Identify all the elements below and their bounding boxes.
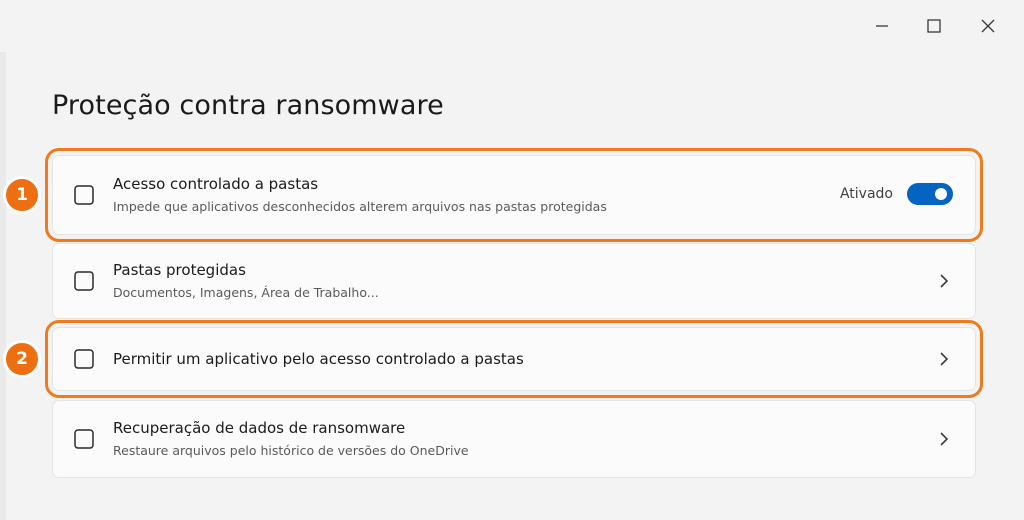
title-bar [0,0,1024,52]
folder-icon [74,271,94,291]
app-icon [74,349,94,369]
step-badge-2: 2 [3,340,41,378]
step-badge-1: 1 [3,176,41,214]
card-title: Pastas protegidas [113,261,246,279]
maximize-button[interactable] [912,8,956,44]
chevron-right-icon [940,274,949,288]
card-text: Acesso controlado a pastas Impede que ap… [113,156,607,234]
page-title: Proteção contra ransomware [52,90,444,121]
chevron-right-icon [940,432,949,446]
card-protected-folders[interactable]: Pastas protegidas Documentos, Imagens, Á… [52,243,976,319]
card-subtitle: Impede que aplicativos desconhecidos alt… [113,199,607,214]
close-button[interactable] [966,8,1010,44]
card-text: Permitir um aplicativo pelo acesso contr… [113,328,524,390]
left-edge-strip [0,52,6,520]
close-icon [981,19,995,33]
recovery-icon [74,429,94,449]
toggle-label: Ativado [839,186,893,202]
controlled-folder-access-toggle[interactable] [907,183,953,205]
maximize-icon [927,19,941,33]
card-allow-app[interactable]: Permitir um aplicativo pelo acesso contr… [45,320,983,398]
card-subtitle: Documentos, Imagens, Área de Trabalho... [113,285,379,300]
toggle-knob [935,188,947,200]
card-controlled-folder-access[interactable]: Acesso controlado a pastas Impede que ap… [45,148,983,242]
folder-shield-icon [74,185,94,205]
toggle-group: Ativado [840,183,953,205]
card-text: Recuperação de dados de ransomware Resta… [113,401,469,477]
minimize-button[interactable] [860,8,904,44]
card-text: Pastas protegidas Documentos, Imagens, Á… [113,244,379,318]
card-subtitle: Restaure arquivos pelo histórico de vers… [113,443,469,458]
minimize-icon [876,25,888,27]
card-title: Permitir um aplicativo pelo acesso contr… [113,350,524,368]
card-title: Recuperação de dados de ransomware [113,419,406,437]
card-ransomware-recovery[interactable]: Recuperação de dados de ransomware Resta… [52,400,976,478]
chevron-right-icon [940,352,949,366]
card-title: Acesso controlado a pastas [113,175,319,193]
